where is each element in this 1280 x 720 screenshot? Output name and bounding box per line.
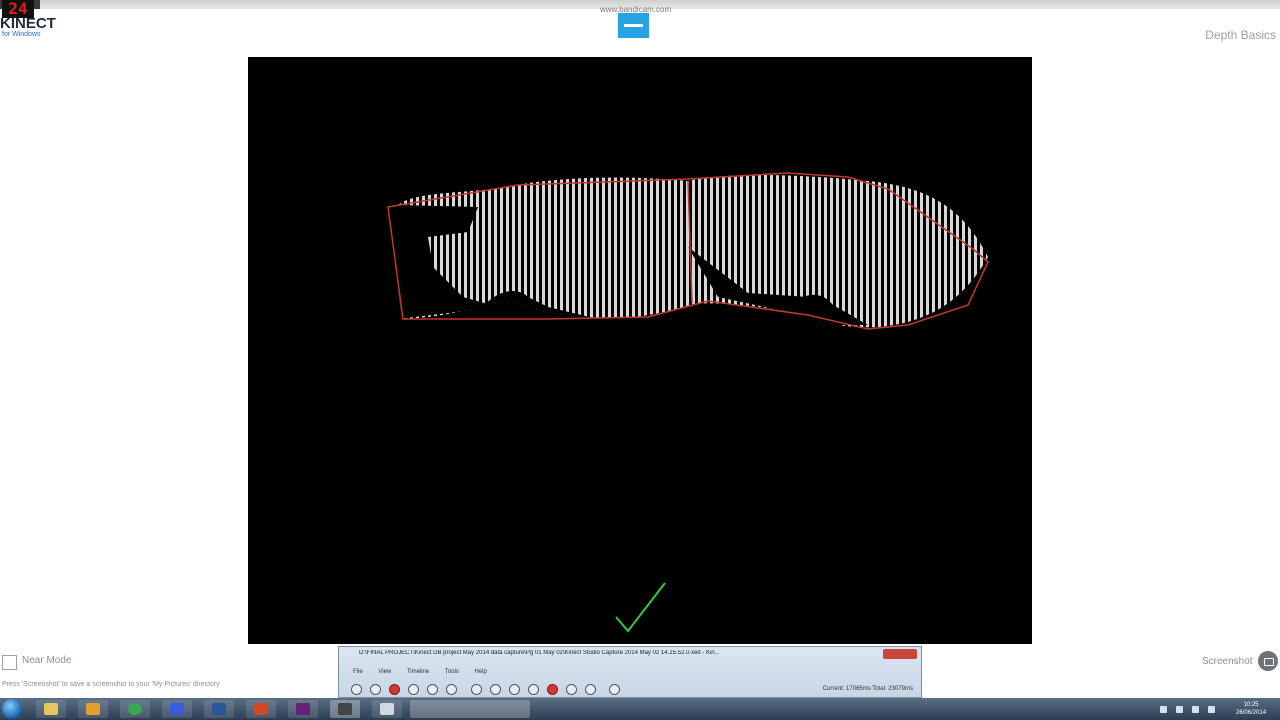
visual-studio-icon [296,703,310,715]
step-forward-icon[interactable] [528,684,539,695]
taskbar [0,698,1280,720]
depth-viewport [248,57,1032,644]
near-mode-checkbox[interactable] [2,655,17,670]
screenshot-hint: Press 'Screenshot' to save a screenshot … [2,681,220,688]
taskbar-visual-studio-button[interactable] [288,700,318,718]
studio-menu-bar: File View Timeline Tools Help [353,669,501,675]
minus-icon[interactable] [585,684,596,695]
taskbar-explorer-button[interactable] [36,700,66,718]
taskbar-app-button[interactable] [162,700,192,718]
close-icon[interactable] [883,649,917,659]
play-icon[interactable] [509,684,520,695]
kinect-studio-icon [380,703,394,715]
taskbar-word-button[interactable] [204,700,234,718]
kinect-logo: KINECT [0,15,56,32]
folder-icon [44,703,58,715]
record-stream-icon[interactable] [547,684,558,695]
taskbar-active-window-button[interactable] [410,700,530,718]
connect-icon[interactable] [408,684,419,695]
depth-image [387,172,989,633]
checkmark-icon [615,582,666,633]
record-icon[interactable] [389,684,400,695]
flag-icon[interactable] [1176,706,1183,713]
stop-icon[interactable] [351,684,362,695]
chrome-icon [128,703,142,715]
taskbar-chrome-button[interactable] [120,700,150,718]
menu-help[interactable]: Help [475,669,487,675]
powerpoint-icon [254,703,268,715]
app-icon [170,703,184,715]
taskbar-powerpoint-button[interactable] [246,700,276,718]
clock-time: 10:25 [1243,702,1259,708]
taskbar-media-button[interactable] [78,700,108,718]
foot-depth-stripes [397,175,988,328]
clock-date: 26/06/2014 [1236,710,1267,716]
sync-icon[interactable] [446,684,457,695]
recorder-icon [618,13,649,38]
camera-icon[interactable] [1258,651,1278,671]
media-player-icon [86,703,100,715]
studio-time-readout: Current: 17065ms Total: 23079ms [822,686,913,692]
menu-timeline[interactable]: Timeline [407,669,429,675]
kinect-logo-subtitle: for Windows [2,31,41,38]
screenshot-label: Screenshot [1202,656,1253,667]
studio-window-title: D:\FINAL PROJECT\Kinect DB project May 2… [359,650,720,656]
step-back-icon[interactable] [471,684,482,695]
menu-file[interactable]: File [353,669,363,675]
kinect-studio-window[interactable]: D:\FINAL PROJECT\Kinect DB project May 2… [338,646,922,698]
taskbar-clock[interactable]: 10:25 26/06/2014 [1236,701,1266,717]
tray-up-arrow-icon[interactable] [1160,706,1167,713]
forward-icon[interactable] [609,684,620,695]
network-icon[interactable] [1192,706,1199,713]
start-button-icon[interactable] [2,699,22,719]
near-mode-label: Near Mode [22,655,72,666]
pause-icon[interactable] [370,684,381,695]
page-title: Depth Basics [1205,28,1276,42]
kinect-icon [338,703,352,715]
settings-icon[interactable] [427,684,438,695]
loop-icon[interactable] [566,684,577,695]
taskbar-studio-button[interactable] [372,700,402,718]
volume-icon[interactable] [1208,706,1215,713]
taskbar-kinect-button[interactable] [330,700,360,718]
word-icon [212,703,226,715]
menu-tools[interactable]: Tools [445,669,459,675]
rewind-icon[interactable] [490,684,501,695]
menu-view[interactable]: View [378,669,391,675]
